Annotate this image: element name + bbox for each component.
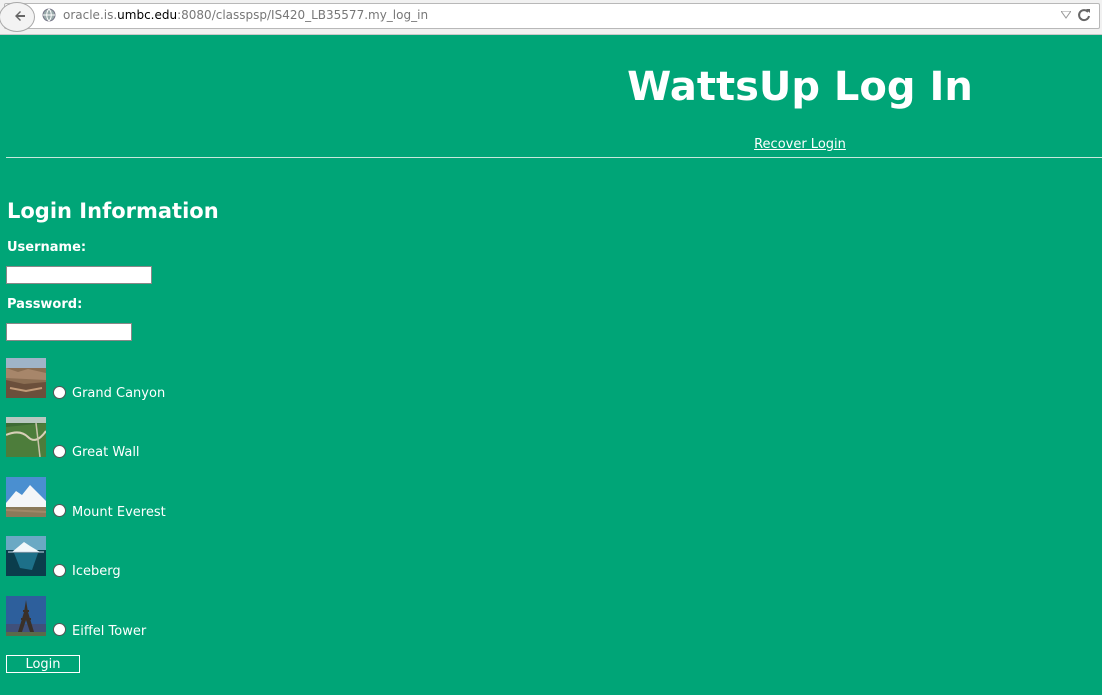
- address-bar[interactable]: oracle.is.umbc.edu:8080/classpsp/IS420_L…: [0, 2, 1100, 32]
- password-label: Password:: [7, 297, 83, 312]
- back-button[interactable]: [0, 2, 35, 32]
- grand-canyon-label: Grand Canyon: [72, 386, 166, 401]
- mount-everest-radio[interactable]: [53, 504, 66, 517]
- globe-icon: [42, 8, 56, 22]
- mount-everest-thumbnail: [6, 477, 46, 517]
- browser-toolbar: oracle.is.umbc.edu:8080/classpsp/IS420_L…: [0, 0, 1102, 35]
- eiffel-tower-label: Eiffel Tower: [72, 624, 147, 639]
- iceberg-label: Iceberg: [72, 564, 121, 579]
- username-label: Username:: [7, 240, 87, 255]
- iceberg-thumbnail: [6, 536, 46, 576]
- login-button[interactable]: Login: [6, 655, 80, 673]
- reload-icon[interactable]: [1077, 8, 1091, 22]
- eiffel-tower-radio[interactable]: [53, 623, 66, 636]
- page-title: WattsUp Log In: [627, 64, 973, 110]
- url-path: :8080/classpsp/IS420_LB35577.my_log_in: [177, 8, 429, 22]
- eiffel-tower-thumbnail: [6, 596, 46, 636]
- username-input[interactable]: [6, 266, 152, 284]
- history-dropdown-icon[interactable]: [1061, 11, 1071, 19]
- iceberg-radio[interactable]: [53, 564, 66, 577]
- url-prefix: oracle.is.: [63, 8, 118, 22]
- password-input[interactable]: [6, 323, 132, 341]
- url-text[interactable]: oracle.is.umbc.edu:8080/classpsp/IS420_L…: [63, 8, 428, 22]
- recover-login-link[interactable]: Recover Login: [700, 137, 900, 152]
- great-wall-label: Great Wall: [72, 445, 140, 460]
- mount-everest-label: Mount Everest: [72, 505, 166, 520]
- grand-canyon-thumbnail: [6, 358, 46, 398]
- header-divider: [6, 157, 1102, 158]
- url-host: umbc.edu: [117, 8, 178, 22]
- back-arrow-icon: [15, 11, 25, 21]
- section-title: Login Information: [7, 199, 219, 223]
- grand-canyon-radio[interactable]: [53, 386, 66, 399]
- great-wall-radio[interactable]: [53, 445, 66, 458]
- great-wall-thumbnail: [6, 417, 46, 457]
